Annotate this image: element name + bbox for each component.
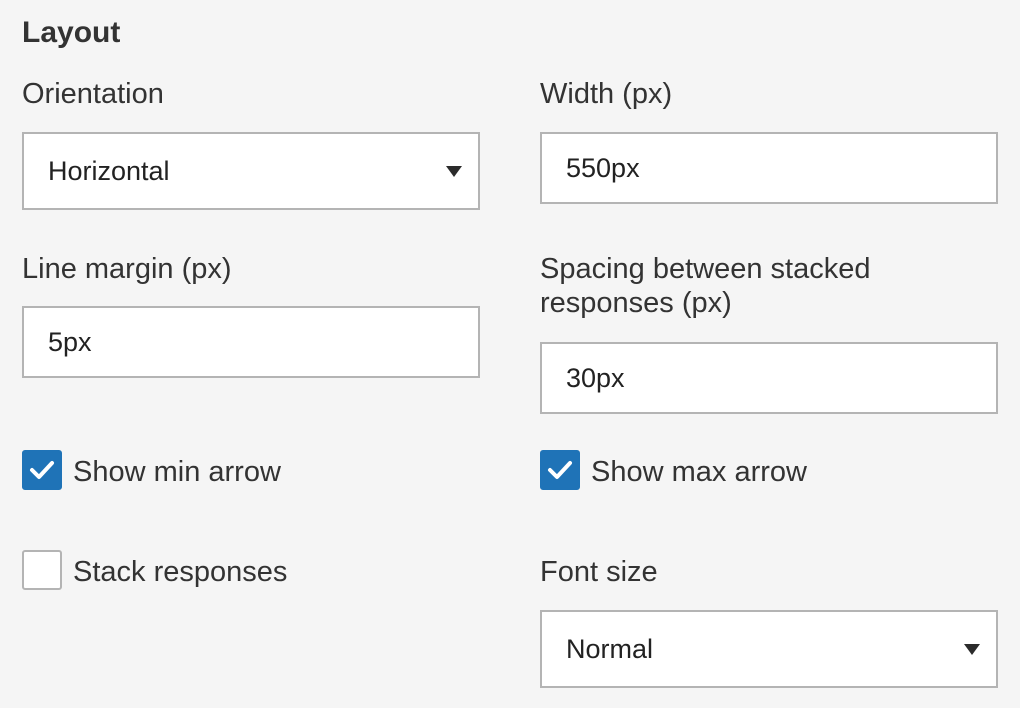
spacing-label-line1: Spacing between stacked	[540, 253, 871, 285]
spacing-label: Spacing between stacked responses (px)	[540, 252, 871, 320]
font-size-select[interactable]: Normal	[540, 610, 998, 688]
chevron-down-icon	[446, 165, 462, 177]
section-title: Layout	[22, 16, 121, 49]
width-input[interactable]: 550px	[540, 132, 998, 204]
spacing-input[interactable]: 30px	[540, 342, 998, 414]
stack-responses-checkbox[interactable]	[22, 550, 62, 590]
orientation-select[interactable]: Horizontal	[22, 132, 480, 210]
orientation-label: Orientation	[22, 78, 164, 110]
show-min-arrow-label[interactable]: Show min arrow	[73, 455, 281, 489]
show-max-arrow-label[interactable]: Show max arrow	[591, 455, 807, 489]
show-max-arrow-checkbox[interactable]	[540, 450, 580, 490]
line-margin-label: Line margin (px)	[22, 253, 232, 285]
orientation-value: Horizontal	[48, 155, 170, 186]
width-label: Width (px)	[540, 78, 673, 110]
width-value: 550px	[566, 152, 640, 183]
show-min-arrow-checkbox[interactable]	[22, 450, 62, 490]
checkmark-icon	[548, 461, 572, 479]
spacing-value: 30px	[566, 362, 625, 393]
line-margin-input[interactable]: 5px	[22, 306, 480, 378]
chevron-down-icon	[964, 643, 980, 655]
checkmark-icon	[30, 461, 54, 479]
font-size-label: Font size	[540, 556, 658, 588]
line-margin-value: 5px	[48, 326, 92, 357]
stack-responses-label[interactable]: Stack responses	[73, 555, 287, 589]
spacing-label-line2: responses (px)	[540, 287, 732, 319]
font-size-value: Normal	[566, 633, 654, 664]
